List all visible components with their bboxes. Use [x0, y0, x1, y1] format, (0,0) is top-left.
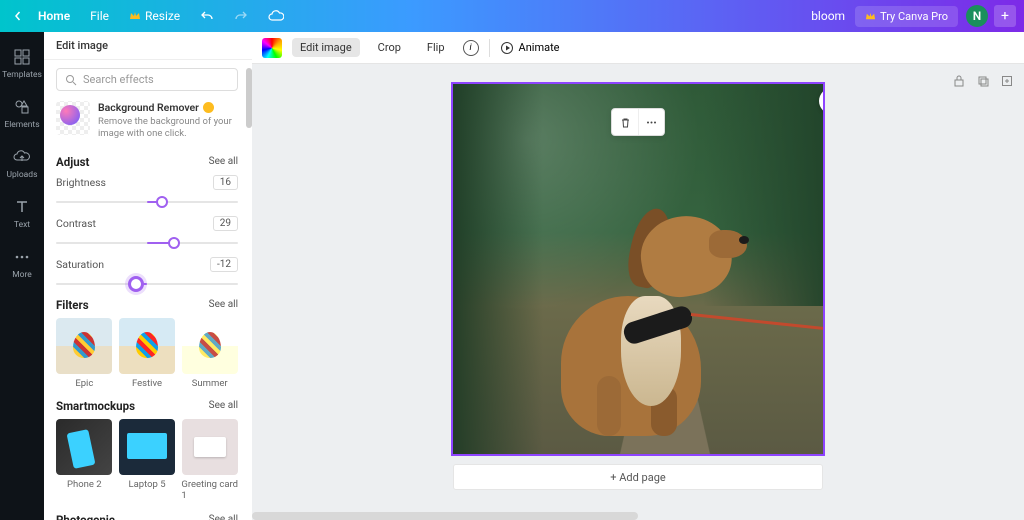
- edit-image-panel: Edit image Background Remover Remove the…: [44, 32, 252, 520]
- pro-badge-icon: [203, 102, 214, 113]
- rail-templates[interactable]: Templates: [0, 40, 44, 90]
- resize-button[interactable]: Resize: [119, 0, 190, 32]
- templates-icon: [13, 48, 31, 66]
- adjust-heading: Adjust: [56, 155, 89, 169]
- rail-text[interactable]: Text: [0, 190, 44, 240]
- filter-summer[interactable]: Summer: [181, 318, 238, 389]
- undo-icon: [200, 9, 214, 23]
- rail-more[interactable]: More: [0, 240, 44, 290]
- lock-icon: [952, 74, 966, 88]
- add-page-icon: [1000, 74, 1014, 88]
- share-add-button[interactable]: +: [994, 5, 1016, 27]
- smartmockups-heading: Smartmockups: [56, 399, 135, 413]
- toolbar-divider: [489, 39, 490, 57]
- element-context-toolbar: [611, 108, 665, 136]
- user-avatar[interactable]: N: [966, 5, 988, 27]
- adjust-see-all[interactable]: See all: [209, 156, 238, 167]
- contrast-value[interactable]: 29: [213, 216, 238, 231]
- text-icon: [13, 198, 31, 216]
- search-effects-field[interactable]: [83, 73, 229, 86]
- search-effects-input[interactable]: [56, 68, 238, 91]
- info-button[interactable]: i: [463, 40, 479, 56]
- animate-button[interactable]: Animate: [500, 41, 560, 55]
- add-page-button[interactable]: + Add page: [453, 464, 823, 490]
- back-button[interactable]: [8, 11, 28, 21]
- more-options-button[interactable]: [638, 109, 664, 135]
- undo-button[interactable]: [190, 0, 224, 32]
- mockup-laptop[interactable]: Laptop 5: [119, 419, 176, 501]
- filters-see-all[interactable]: See all: [209, 299, 238, 310]
- redo-button[interactable]: [224, 0, 258, 32]
- bg-remover-thumb: [56, 101, 90, 135]
- edit-image-tab[interactable]: Edit image: [292, 38, 360, 57]
- brightness-value[interactable]: 16: [213, 175, 238, 190]
- trash-icon: [619, 116, 632, 129]
- crop-tab[interactable]: Crop: [370, 38, 409, 57]
- horizontal-scrollbar[interactable]: [252, 512, 638, 520]
- color-picker-button[interactable]: [262, 38, 282, 58]
- filter-epic[interactable]: Epic: [56, 318, 113, 389]
- contrast-slider[interactable]: Contrast 29: [56, 216, 238, 247]
- mockup-card[interactable]: Greeting card 1: [181, 419, 238, 501]
- delete-button[interactable]: [612, 109, 638, 135]
- saturation-value[interactable]: -12: [210, 257, 238, 272]
- cloud-icon: [268, 10, 284, 22]
- duplicate-page-button[interactable]: [974, 72, 992, 90]
- saturation-slider[interactable]: Saturation -12: [56, 257, 238, 288]
- top-app-bar: Home File Resize bloom Try Canva Pro N +: [0, 0, 1024, 32]
- rail-uploads[interactable]: Uploads: [0, 140, 44, 190]
- uploads-icon: [13, 148, 31, 166]
- canvas-page[interactable]: + Add page: [453, 84, 823, 490]
- flip-tab[interactable]: Flip: [419, 38, 453, 57]
- redo-icon: [234, 9, 248, 23]
- filter-festive[interactable]: Festive: [119, 318, 176, 389]
- smartmockups-see-all[interactable]: See all: [209, 400, 238, 411]
- lock-page-button[interactable]: [950, 72, 968, 90]
- crown-icon: [129, 10, 141, 22]
- filters-heading: Filters: [56, 298, 89, 312]
- cloud-sync-button[interactable]: [258, 0, 294, 32]
- workspace[interactable]: + Add page: [252, 64, 1024, 520]
- background-remover-card[interactable]: Background Remover Remove the background…: [56, 101, 238, 141]
- brightness-slider[interactable]: Brightness 16: [56, 175, 238, 206]
- elements-icon: [13, 98, 31, 116]
- canvas-area: Edit image Crop Flip i Animate: [252, 32, 1024, 520]
- search-icon: [65, 74, 77, 86]
- selected-image[interactable]: [453, 84, 823, 454]
- image-content-dog: [453, 84, 823, 454]
- canvas-toolbar: Edit image Crop Flip i Animate: [252, 32, 1024, 64]
- file-menu[interactable]: File: [80, 0, 119, 32]
- photogenic-heading: Photogenic: [56, 513, 115, 520]
- more-icon: [13, 248, 31, 266]
- crown-icon: [865, 11, 876, 22]
- photogenic-see-all[interactable]: See all: [209, 514, 238, 520]
- dots-icon: [645, 116, 658, 129]
- project-name[interactable]: bloom: [801, 9, 855, 23]
- left-nav-rail: Templates Elements Uploads Text More: [0, 32, 44, 520]
- try-pro-button[interactable]: Try Canva Pro: [855, 6, 958, 27]
- rail-elements[interactable]: Elements: [0, 90, 44, 140]
- mockup-phone[interactable]: Phone 2: [56, 419, 113, 501]
- add-page-icon-button[interactable]: [998, 72, 1016, 90]
- home-button[interactable]: Home: [28, 0, 80, 32]
- duplicate-icon: [976, 74, 990, 88]
- animate-icon: [500, 41, 514, 55]
- panel-title: Edit image: [44, 32, 252, 60]
